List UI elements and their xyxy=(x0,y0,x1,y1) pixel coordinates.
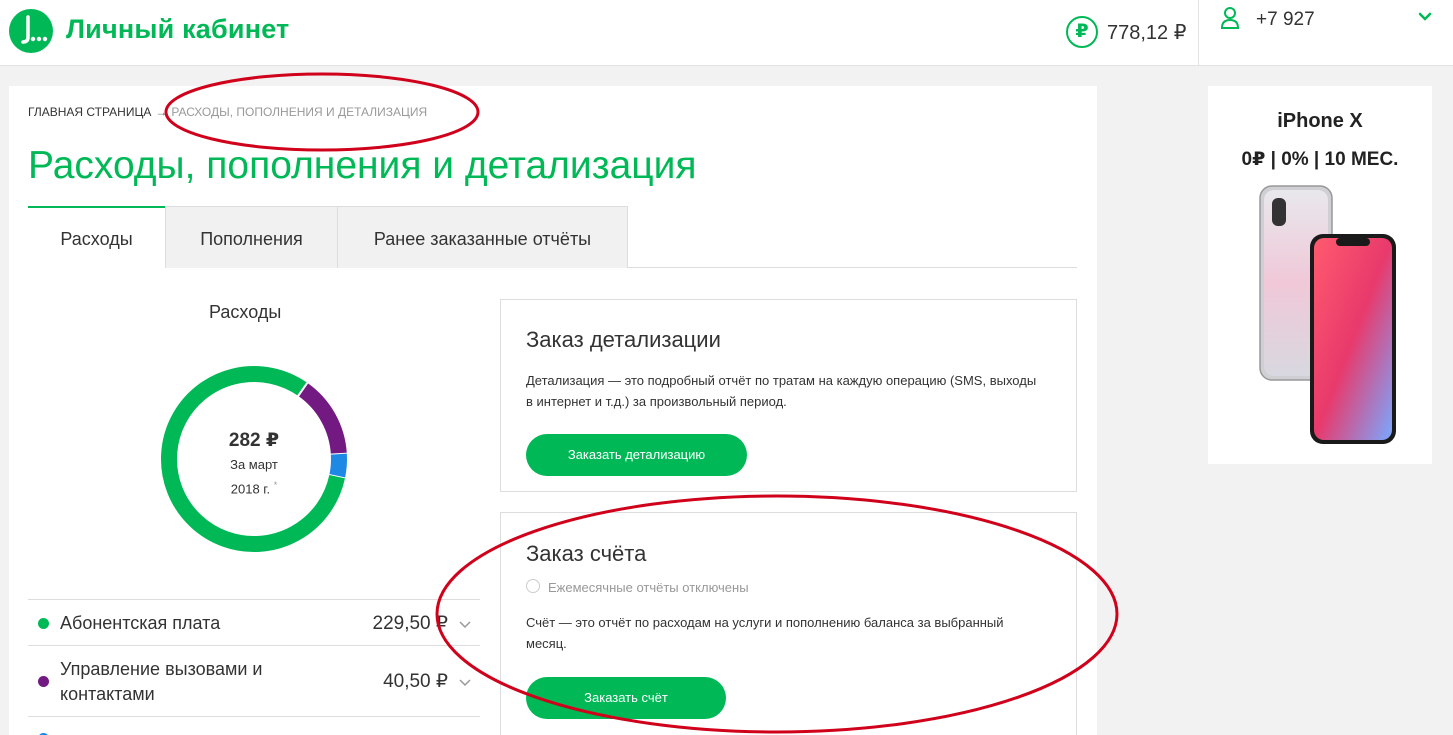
order-detail-button[interactable]: Заказать детализацию xyxy=(526,434,747,476)
purple-dot-icon xyxy=(38,676,49,687)
monthly-reports-label: Ежемесячные отчёты отключены xyxy=(548,580,749,595)
header-divider xyxy=(1198,0,1199,66)
bill-card-title: Заказ счёта xyxy=(526,541,647,566)
breadcrumb-home[interactable]: ГЛАВНАЯ СТРАНИЦА xyxy=(28,105,151,119)
tab-bar: Расходы Пополнения Ранее заказанные отчё… xyxy=(28,206,1077,269)
top-header: Личный кабинет ₽ 778,12 ₽ +7 927 xyxy=(0,0,1453,66)
green-dot-icon xyxy=(38,618,49,629)
detail-card-title: Заказ детализации xyxy=(526,327,721,352)
chevron-down-icon[interactable] xyxy=(1416,8,1434,26)
user-icon[interactable] xyxy=(1220,6,1240,30)
expense-value: 40,50 ₽ xyxy=(383,671,448,692)
iphone-image xyxy=(1259,185,1396,444)
page-title: Расходы, пополнения и детализация xyxy=(28,144,697,187)
order-bill-button[interactable]: Заказать счёт xyxy=(526,677,726,719)
balance-amount[interactable]: 778,12 ₽ xyxy=(1107,20,1186,45)
bill-order-card: Заказ счёта Ежемесячные отчёты отключены… xyxy=(500,512,1077,735)
ruble-icon: ₽ xyxy=(1066,16,1098,48)
expenses-title: Расходы xyxy=(209,302,282,322)
phone-number[interactable]: +7 927 xyxy=(1256,9,1315,31)
detail-card-text: Детализация — это подробный отчёт по тра… xyxy=(526,373,1037,409)
expenses-list: Абонентская плата 229,50 ₽ Управление вы… xyxy=(28,599,480,735)
expense-name: Абонентская плата xyxy=(60,613,221,633)
expense-row[interactable] xyxy=(28,716,480,735)
chevron-down-icon[interactable] xyxy=(458,675,472,689)
period-line-1: За март xyxy=(230,457,278,472)
ad-title: iPhone X xyxy=(1208,110,1432,133)
expenses-total: 282 ₽ xyxy=(228,430,280,451)
megafon-logo-icon[interactable] xyxy=(9,9,53,53)
expense-row[interactable]: Абонентская плата 229,50 ₽ xyxy=(28,599,480,645)
expense-row[interactable]: Управление вызовами и контактами 40,50 ₽ xyxy=(28,645,480,716)
ad-terms: 0₽ | 0% | 10 МЕС. xyxy=(1241,149,1399,170)
breadcrumb-separator: → xyxy=(155,105,168,119)
expense-name: Управление вызовами и контактами xyxy=(60,659,263,704)
brand-title[interactable]: Личный кабинет xyxy=(66,14,289,45)
expense-value: 229,50 ₽ xyxy=(372,613,448,634)
ad-brand: iPhone X xyxy=(1277,110,1363,132)
period-line-2: 2018 г. xyxy=(230,481,271,497)
breadcrumb: ГЛАВНАЯ СТРАНИЦА → РАСХОДЫ, ПОПОЛНЕНИЯ И Д… xyxy=(28,105,427,119)
bill-card-text: Счёт — это отчёт по расходам на услуги и… xyxy=(526,615,1004,651)
main-panel: ГЛАВНАЯ СТРАНИЦА → РАСХОДЫ, ПОПОЛНЕНИЯ И Д… xyxy=(9,86,1097,735)
breadcrumb-current: РАСХОДЫ, ПОПОЛНЕНИЯ И ДЕТАЛИЗАЦИЯ xyxy=(171,105,428,119)
monthly-reports-radio[interactable] xyxy=(526,579,540,593)
period-footnote-mark: * xyxy=(273,480,278,490)
tab-expenses[interactable]: Расходы xyxy=(28,206,165,269)
tab-previous-reports[interactable]: Ранее заказанные отчёты xyxy=(337,206,628,268)
expenses-period: За март 2018 г. * xyxy=(159,455,349,499)
tab-topups[interactable]: Пополнения xyxy=(165,206,338,268)
detail-order-card: Заказ детализации Детализация — это подр… xyxy=(500,299,1077,492)
chevron-down-icon[interactable] xyxy=(458,617,472,631)
iphone-ad-banner[interactable]: iPhone X 0₽ | 0% | 10 МЕС. xyxy=(1208,86,1432,464)
